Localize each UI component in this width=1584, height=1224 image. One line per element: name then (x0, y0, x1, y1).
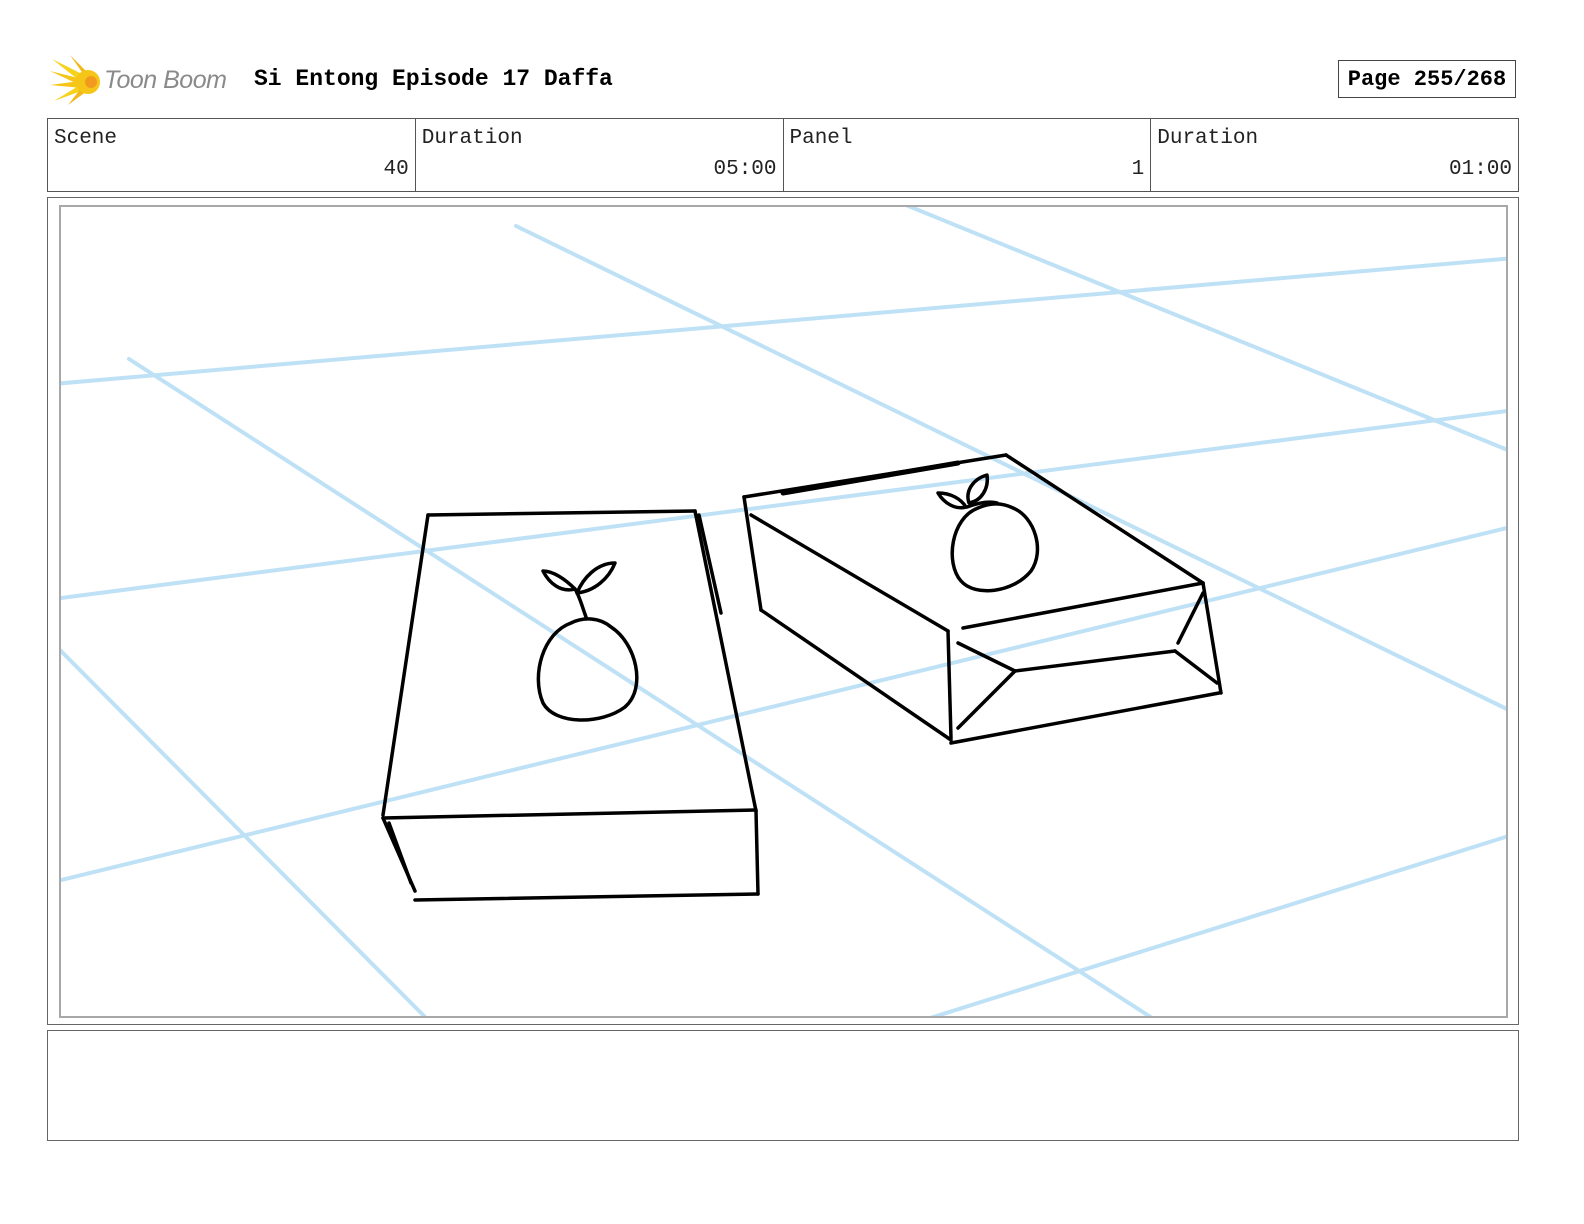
panel-cell: Panel 1 (784, 119, 1152, 191)
scene-value: 40 (383, 158, 409, 181)
starburst-icon (50, 55, 100, 105)
scene-duration-value: 05:00 (713, 158, 777, 181)
panel-duration-value: 01:00 (1448, 158, 1512, 181)
panel-duration-label: Duration (1157, 127, 1259, 150)
scene-label: Scene (54, 127, 118, 150)
scene-duration-cell: Duration 05:00 (416, 119, 784, 191)
document-title: Si Entong Episode 17 Daffa (254, 66, 613, 92)
left-box (381, 509, 760, 902)
perspective-guide-lines (61, 207, 1506, 1016)
scene-info-row: Scene 40 Duration 05:00 Panel 1 Duration… (47, 118, 1519, 192)
panel-duration-cell: Duration 01:00 (1151, 119, 1518, 191)
toon-boom-logo: Toon Boom (50, 55, 240, 107)
panel-frame (47, 197, 1519, 1025)
right-box (742, 453, 1223, 745)
panel-drawing-area (59, 205, 1508, 1018)
scene-duration-label: Duration (421, 127, 523, 150)
scene-cell: Scene 40 (48, 119, 416, 191)
page-number: Page 255/268 (1338, 60, 1516, 98)
logo-text: Toon Boom (104, 66, 227, 94)
panel-label: Panel (789, 127, 853, 150)
storyboard-sketch (61, 207, 1506, 1016)
panel-notes-box (47, 1030, 1519, 1141)
panel-value: 1 (1131, 158, 1145, 181)
